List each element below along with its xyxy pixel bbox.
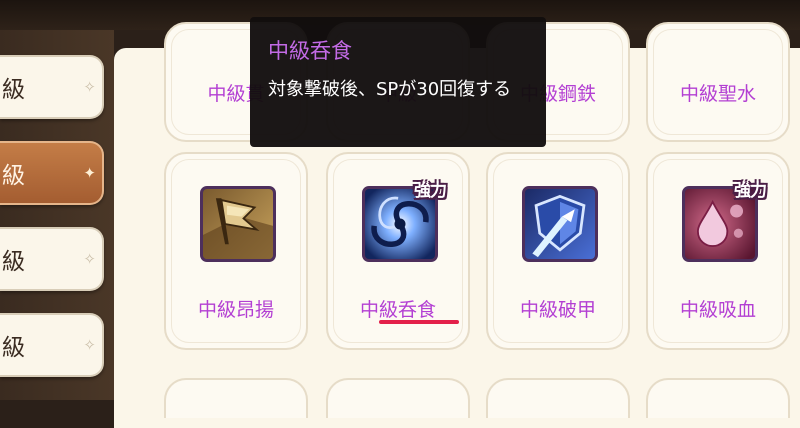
sparkle-icon: ✦ xyxy=(83,164,96,182)
skill-card-kyuuketsu[interactable]: 強力 中級吸血 xyxy=(646,152,790,350)
selection-underline xyxy=(379,320,459,324)
skill-card-hakou[interactable]: 中級破甲 xyxy=(486,152,630,350)
tab-grade-4[interactable]: 級 ✧ xyxy=(0,313,104,377)
banner-icon xyxy=(200,186,276,262)
tooltip-title: 中級呑食 xyxy=(268,39,352,63)
tab-grade-3[interactable]: 級 ✧ xyxy=(0,227,104,291)
power-badge: 強力 xyxy=(734,181,767,201)
skill-name: 中級聖水 xyxy=(679,83,756,105)
skill-card-peek[interactable] xyxy=(326,378,470,418)
skill-card-peek[interactable] xyxy=(164,378,308,418)
skill-name: 中級昂揚 xyxy=(197,299,274,321)
skill-name: 中級呑食 xyxy=(359,299,436,321)
skill-card-peek[interactable] xyxy=(486,378,630,418)
skill-tooltip: 中級呑食 対象撃破後、SPが30回復する xyxy=(250,17,546,147)
tooltip-description: 対象撃破後、SPが30回復する xyxy=(268,79,512,100)
skill-card-peek[interactable] xyxy=(646,378,790,418)
skill-name: 中級破甲 xyxy=(519,299,596,321)
tab-label: 級 xyxy=(2,335,25,361)
tab-label: 級 xyxy=(2,77,25,103)
tab-label: 級 xyxy=(2,249,25,275)
tab-grade-1[interactable]: 級 ✧ xyxy=(0,55,104,119)
skill-card[interactable]: 中級聖水 xyxy=(646,22,790,142)
skill-name: 中級吸血 xyxy=(679,299,756,321)
tab-grade-2[interactable]: 級 ✦ xyxy=(0,141,104,205)
power-badge: 強力 xyxy=(414,181,447,201)
skill-card-donshoku[interactable]: 強力 中級呑食 xyxy=(326,152,470,350)
sparkle-icon: ✧ xyxy=(83,336,96,354)
tab-label: 級 xyxy=(2,163,25,189)
shield-break-icon xyxy=(522,186,598,262)
sparkle-icon: ✧ xyxy=(83,78,96,96)
sparkle-icon: ✧ xyxy=(83,250,96,268)
skill-card-kouyou[interactable]: 中級昂揚 xyxy=(164,152,308,350)
